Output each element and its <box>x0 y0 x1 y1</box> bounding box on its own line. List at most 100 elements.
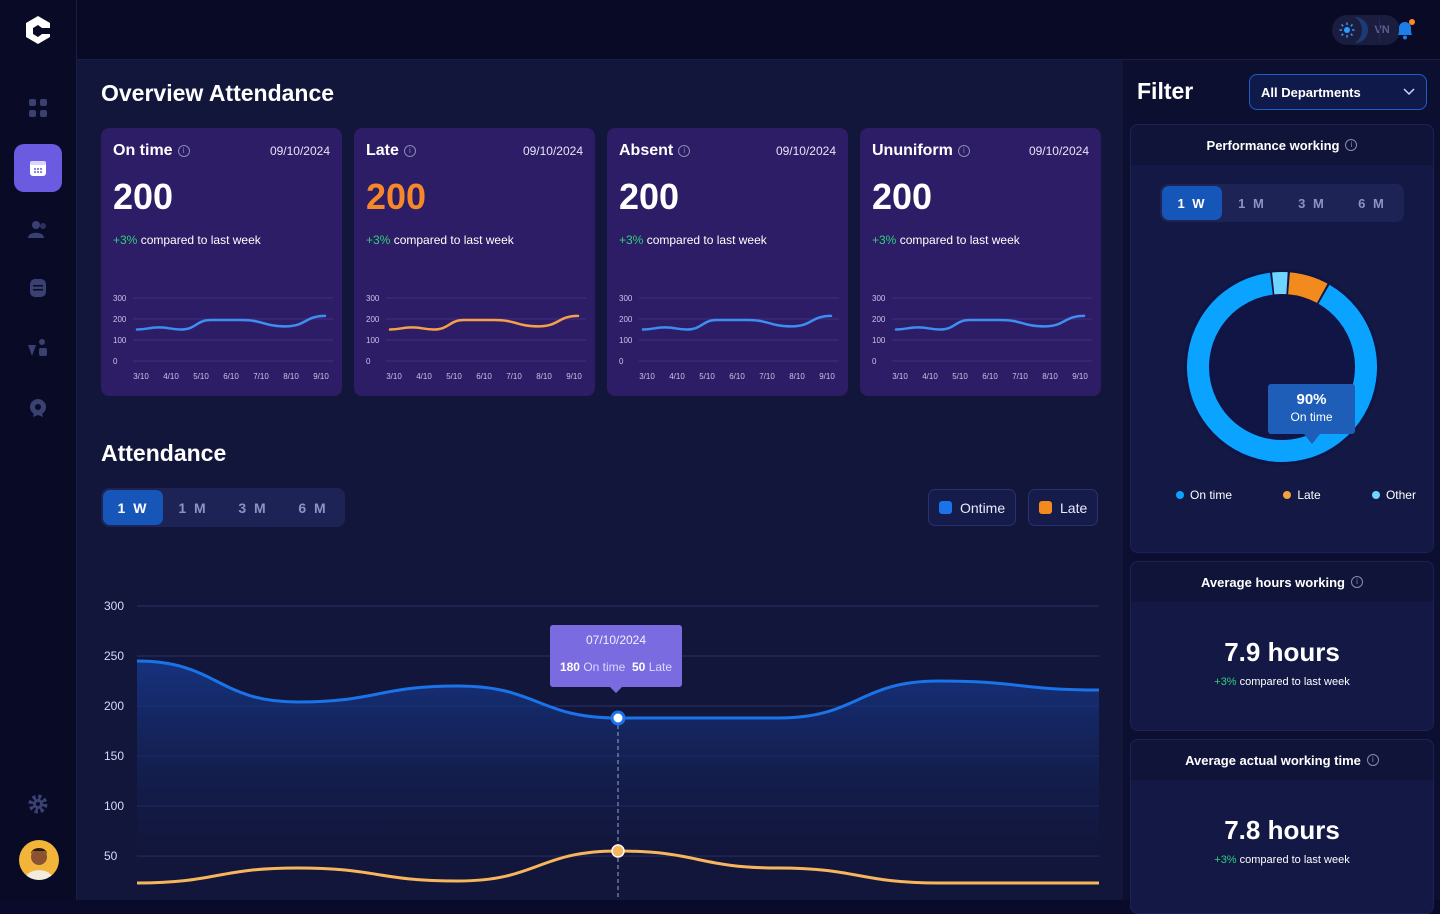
avg-actual-compare: compared to last week <box>1239 854 1350 866</box>
mini-line-chart: 300 200 100 0 3/10 4/10 5/10 6/10 7/10 8/10 9/10 <box>366 294 586 381</box>
mini-series-line <box>388 314 580 331</box>
chevron-down-icon <box>1403 88 1415 96</box>
info-icon[interactable]: i <box>403 145 416 157</box>
notification-bell-icon[interactable] <box>1393 18 1417 42</box>
nav-calendar-icon[interactable] <box>14 144 62 192</box>
mini-y-tick: 300 <box>872 294 886 303</box>
mini-y-tick: 300 <box>619 294 633 303</box>
stat-card-absent[interactable]: Absent i 09/10/2024 200 +3% compared to l… <box>607 128 848 396</box>
nav-users-icon[interactable] <box>14 205 62 253</box>
card-delta: +3% <box>872 233 897 247</box>
tooltip-values: 180 On time 50 Late <box>550 660 682 674</box>
tab-1w[interactable]: 1 W <box>103 490 163 525</box>
sidebar <box>0 0 77 900</box>
performance-period-tabs: 1 W 1 M 3 M 6 M <box>1160 184 1404 222</box>
mini-x-tick: 8/10 <box>789 372 805 381</box>
info-icon[interactable]: i <box>1366 754 1379 766</box>
card-compare-text: compared to last week <box>393 233 514 247</box>
stat-card-late[interactable]: Late i 09/10/2024 200 +3% compared to las… <box>354 128 595 396</box>
nav-shapes-icon[interactable] <box>14 323 62 371</box>
nav-database-icon[interactable] <box>14 264 62 312</box>
mini-x-tick: 9/10 <box>819 372 835 381</box>
mini-y-tick: 300 <box>113 294 127 303</box>
mini-x-tick: 6/10 <box>729 372 745 381</box>
legend-late-button[interactable]: Late <box>1028 489 1099 526</box>
y-tick-label: 300 <box>104 599 124 613</box>
mini-y-tick: 200 <box>872 315 886 324</box>
attendance-title: Attendance <box>101 440 227 466</box>
mini-x-tick: 6/10 <box>223 372 239 381</box>
card-value: 200 <box>113 176 174 217</box>
card-date: 09/10/2024 <box>269 144 330 158</box>
mini-x-tick: 3/10 <box>386 372 402 381</box>
mini-x-tick: 8/10 <box>536 372 552 381</box>
mini-x-tick: 5/10 <box>699 372 715 381</box>
late-dot <box>1283 491 1292 499</box>
tab-6m[interactable]: 6 M <box>283 490 343 525</box>
info-icon[interactable]: i <box>678 145 691 157</box>
card-date: 09/10/2024 <box>775 144 836 158</box>
donut-legend: On time Late Other <box>1176 488 1416 502</box>
info-icon[interactable]: i <box>957 145 970 157</box>
mini-x-tick: 4/10 <box>163 372 179 381</box>
mini-x-tick: 4/10 <box>669 372 685 381</box>
y-tick-label: 250 <box>104 649 124 663</box>
avg-actual-stat: 7.8 hours +3% compared to last week <box>1130 815 1434 866</box>
card-delta: +3% <box>619 233 644 247</box>
legend-ontime-button[interactable]: Ontime <box>928 489 1017 526</box>
info-icon[interactable]: i <box>177 145 190 157</box>
mini-x-tick: 5/10 <box>952 372 968 381</box>
legend-late-text: Late <box>1297 488 1321 502</box>
info-icon[interactable]: i <box>1351 576 1363 588</box>
perf-tab-6m[interactable]: 6 M <box>1342 186 1402 220</box>
mini-y-tick: 0 <box>113 357 118 366</box>
mini-x-tick: 3/10 <box>639 372 655 381</box>
mini-x-tick: 8/10 <box>1042 372 1058 381</box>
other-dot <box>1371 491 1380 499</box>
legend-late-label: Late <box>1060 499 1088 516</box>
donut-backdrop <box>1184 269 1380 465</box>
mini-y-tick: 200 <box>113 315 127 324</box>
settings-gear-icon[interactable] <box>14 780 62 828</box>
perf-tab-1w[interactable]: 1 W <box>1162 186 1222 220</box>
attendance-period-tabs: 1 W 1 M 3 M 6 M <box>101 488 345 527</box>
nav-dashboard-icon[interactable] <box>14 84 62 132</box>
late-hover-point[interactable] <box>611 844 625 858</box>
card-compare: +3% compared to last week <box>872 233 1020 247</box>
mini-y-tick: 0 <box>619 357 624 366</box>
legend-ontime-label: Ontime <box>960 499 1006 516</box>
mini-y-tick: 100 <box>113 336 127 345</box>
brand-logo-icon[interactable] <box>22 14 54 46</box>
mini-x-tick: 6/10 <box>982 372 998 381</box>
attendance-chart: 300 250 200 150 100 50 <box>104 599 1100 900</box>
tab-3m[interactable]: 3 M <box>223 490 283 525</box>
donut-percent-label: On time <box>1290 410 1333 424</box>
tab-1m[interactable]: 1 M <box>163 490 223 525</box>
mini-x-tick: 8/10 <box>283 372 299 381</box>
mini-y-tick: 200 <box>619 315 633 324</box>
user-avatar[interactable] <box>19 840 59 880</box>
department-select[interactable]: All Departments <box>1249 74 1427 110</box>
mini-line-chart: 300 200 100 0 3/10 4/10 5/10 6/10 7/10 8/10 9/10 <box>872 294 1092 381</box>
topbar-divider <box>1379 18 1380 42</box>
avg-hours-delta: +3% <box>1214 676 1237 688</box>
perf-tab-3m[interactable]: 3 M <box>1282 186 1342 220</box>
legend-ontime-text: On time <box>1190 488 1233 502</box>
card-title: Ununiform i <box>872 142 970 160</box>
avg-actual-value: 7.8 hours <box>1224 815 1340 845</box>
lang-vn-option[interactable]: VN <box>1368 17 1396 43</box>
perf-tab-1m[interactable]: 1 M <box>1222 186 1282 220</box>
theme-toggle-sun-icon[interactable] <box>1332 15 1362 45</box>
card-compare-text: compared to last week <box>899 233 1020 247</box>
ontime-hover-point[interactable] <box>610 710 626 726</box>
mini-x-tick: 7/10 <box>506 372 522 381</box>
stat-card-on-time[interactable]: On time i 09/10/2024 200 +3% compared to … <box>101 128 342 396</box>
mini-x-tick: 7/10 <box>253 372 269 381</box>
mini-x-tick: 7/10 <box>759 372 775 381</box>
tooltip-late-label: Late <box>648 660 673 674</box>
info-icon[interactable]: i <box>1345 139 1358 151</box>
tooltip-ontime-label: On time <box>583 660 626 674</box>
nav-badge-icon[interactable] <box>14 383 62 431</box>
stat-card-ununiform[interactable]: Ununiform i 09/10/2024 200 +3% compared t… <box>860 128 1101 396</box>
chart-tooltip: 07/10/2024 180 On time 50 Late <box>550 625 682 693</box>
